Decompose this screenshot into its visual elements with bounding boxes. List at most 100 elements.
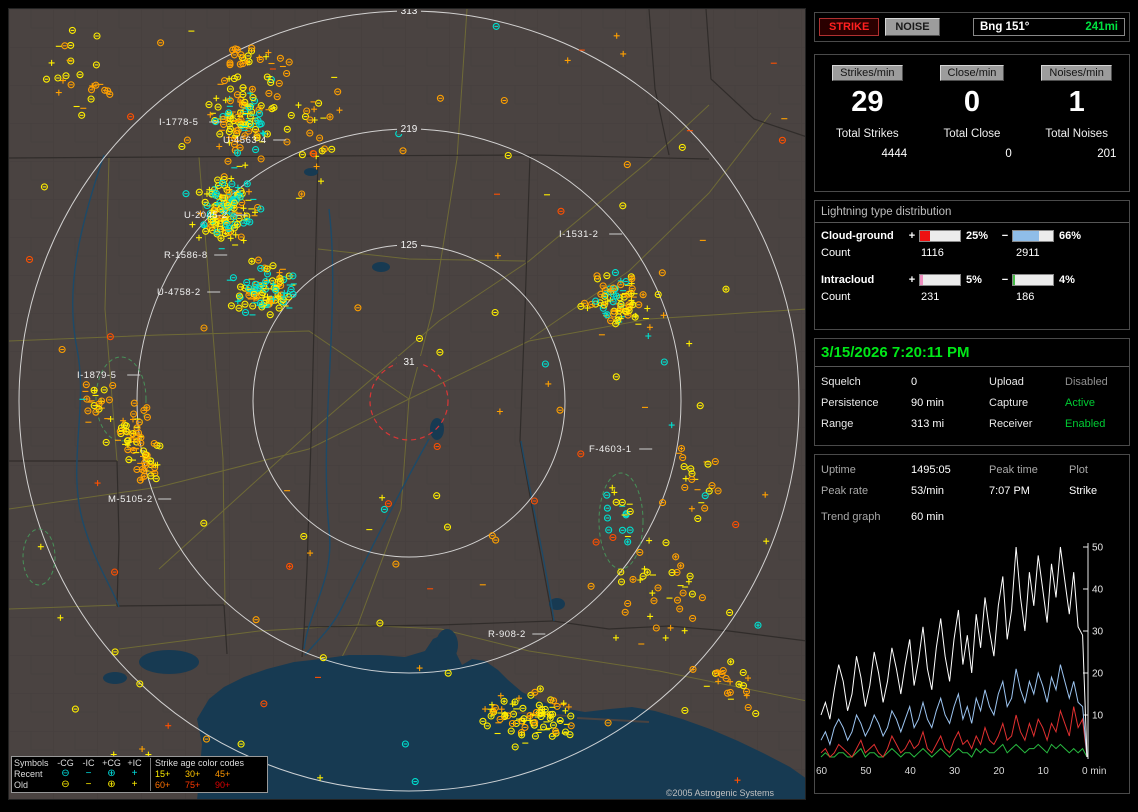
ic-minus-pct: 4%	[1059, 274, 1075, 286]
total-close-value: 0	[1005, 148, 1012, 160]
svg-text:R-1586-8: R-1586-8	[164, 250, 208, 261]
datetime-display: 3/15/2026 7:20:11 PM	[815, 339, 1129, 367]
svg-text:U-4563-4: U-4563-4	[223, 135, 267, 146]
capture-label: Capture	[989, 397, 1029, 409]
plus-sign: +	[908, 230, 916, 242]
total-close-label: Total Close	[943, 128, 1001, 140]
strikes-per-min-label: Strikes/min	[832, 65, 903, 81]
svg-text:U-2045-2: U-2045-2	[184, 210, 228, 221]
intracloud-label: Intracloud	[821, 274, 875, 286]
age-45: 45+	[215, 769, 231, 779]
squelch-label: Squelch	[821, 376, 861, 388]
close-rate-value: 0	[963, 86, 981, 118]
trend-window-value: 60 min	[911, 511, 945, 523]
trend-graph: 50 40 30 20 10 60 50 40 30 20 10 0 min	[816, 543, 1106, 778]
persistence-value: 90 min	[911, 397, 945, 409]
intracloud-row: Intracloud + 5% − 4%	[815, 274, 1129, 286]
range-label: Range	[821, 418, 854, 430]
peak-time-value: 7:07 PM	[989, 485, 1030, 497]
plot-value: Strike	[1069, 485, 1098, 497]
svg-text:219: 219	[401, 124, 418, 135]
legend-symbols-title: Symbols	[14, 758, 49, 768]
session-row: Peak rate 53/min 7:07 PM Strike	[815, 485, 1129, 497]
intracloud-count-row: Count 231 186	[815, 291, 1129, 303]
ic-plus-count: 231	[921, 291, 940, 303]
svg-text:10: 10	[1038, 766, 1050, 777]
svg-text:50: 50	[1092, 543, 1104, 554]
total-strikes-label: Total Strikes	[836, 128, 899, 140]
svg-text:0 min: 0 min	[1082, 766, 1106, 777]
count-label: Count	[821, 291, 851, 303]
squelch-value: 0	[911, 376, 918, 388]
age-90: 90+	[215, 780, 231, 790]
svg-text:20: 20	[993, 766, 1005, 777]
cloud-ground-label: Cloud-ground	[821, 230, 894, 242]
map-legend: Symbols -CG -IC +CG +IC Recent ⊖ − ⊕ + O…	[11, 756, 268, 793]
ic-minus-bar	[1012, 274, 1054, 286]
svg-text:20: 20	[1092, 669, 1104, 680]
cloud-ground-row: Cloud-ground + 25% − 66%	[815, 230, 1129, 242]
svg-text:50: 50	[860, 766, 872, 777]
svg-text:30: 30	[949, 766, 961, 777]
plus-sign: +	[908, 274, 916, 286]
svg-text:30: 30	[1092, 627, 1104, 638]
svg-text:40: 40	[905, 766, 917, 777]
age-60: 60+	[155, 780, 171, 790]
status-panel: 3/15/2026 7:20:11 PM Squelch 0 Upload Di…	[814, 338, 1130, 446]
svg-text:I-1879-5: I-1879-5	[77, 370, 116, 381]
cg-minus-pct: 66%	[1059, 230, 1082, 242]
noises-rate-value: 1	[1068, 86, 1085, 118]
legend-row-old-label: Old	[14, 780, 29, 790]
ic-plus-bar	[919, 274, 961, 286]
bearing-label: Bng 151°	[980, 21, 1030, 33]
session-panel: Uptime 1495:05 Peak time Plot Peak rate …	[814, 454, 1130, 794]
old-cg-plus-icon: ⊕	[107, 779, 116, 790]
age-75: 75+	[185, 780, 201, 790]
uptime-value: 1495:05	[911, 464, 951, 476]
svg-text:10: 10	[1092, 711, 1104, 722]
control-bar: STRIKE NOISE Bng 151° 241mi	[814, 12, 1130, 42]
upload-value: Disabled	[1065, 376, 1108, 388]
range-value: 313 mi	[911, 418, 945, 430]
age-30: 30+	[185, 769, 201, 779]
peak-rate-value: 53/min	[911, 485, 945, 497]
old-cg-minus-icon: ⊖	[61, 779, 70, 790]
close-per-min-label: Close/min	[939, 65, 1005, 81]
ic-plus-pct: 5%	[966, 274, 982, 286]
svg-text:40: 40	[1092, 585, 1104, 596]
legend-row-recent-label: Recent	[14, 769, 43, 779]
peak-rate-label: Peak rate	[821, 485, 869, 497]
legend-age-codes: Strike age color codes 15+ 30+ 45+ 60+ 7…	[150, 758, 265, 791]
svg-text:U-4758-2: U-4758-2	[157, 287, 201, 298]
status-row: Squelch 0 Upload Disabled	[815, 376, 1129, 388]
svg-text:M-5105-2: M-5105-2	[108, 494, 153, 505]
ic-minus-count: 186	[1016, 291, 1035, 303]
plot-label: Plot	[1069, 464, 1088, 476]
noises-column: Noises/min 1 Total Noises 201	[1025, 65, 1129, 191]
distribution-title: Lightning type distribution	[815, 201, 1129, 223]
old-ic-minus-icon: −	[85, 779, 92, 790]
strike-button[interactable]: STRIKE	[819, 18, 880, 36]
cloud-ground-count-row: Count 1116 2911	[815, 247, 1129, 259]
persistence-label: Persistence	[821, 397, 879, 409]
bearing-display: Bng 151° 241mi	[973, 18, 1125, 36]
status-row: Persistence 90 min Capture Active	[815, 397, 1129, 409]
status-row: Range 313 mi Receiver Enabled	[815, 418, 1129, 430]
legend-symbols: Symbols -CG -IC +CG +IC Recent ⊖ − ⊕ + O…	[14, 758, 150, 791]
receiver-label: Receiver	[989, 418, 1033, 430]
upload-label: Upload	[989, 376, 1024, 388]
noise-button[interactable]: NOISE	[885, 18, 940, 36]
minus-sign: −	[1001, 274, 1009, 286]
strike-map[interactable]: 313 219 125 31 I-1778-5 U-4563-4 U-2045-2 R-158…	[8, 8, 806, 800]
peak-time-label: Peak time	[989, 464, 1038, 476]
total-noises-value: 201	[1097, 148, 1117, 160]
svg-text:F-4603-1: F-4603-1	[589, 444, 632, 455]
total-strikes-value: 4444	[881, 148, 908, 160]
svg-text:R-908-2: R-908-2	[488, 629, 526, 640]
cg-minus-count: 2911	[1016, 247, 1040, 259]
old-ic-plus-icon: +	[131, 779, 138, 790]
svg-text:31: 31	[403, 357, 415, 368]
legend-age-title: Strike age color codes	[155, 758, 245, 768]
svg-text:313: 313	[401, 9, 418, 17]
capture-value: Active	[1065, 397, 1095, 409]
